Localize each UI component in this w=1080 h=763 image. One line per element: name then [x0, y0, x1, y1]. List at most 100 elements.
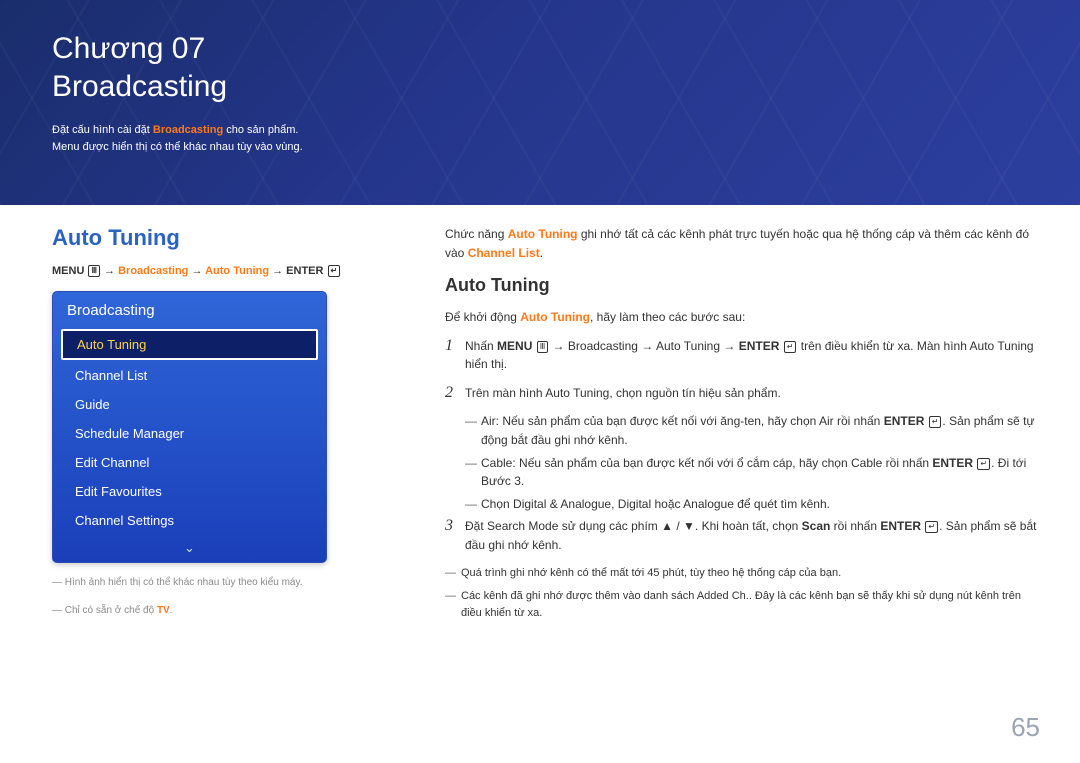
s2c-suf: để quét tìm kênh.	[734, 497, 830, 511]
s1-mid: trên điều khiển từ xa. Màn hình	[797, 339, 969, 353]
step-1: 1 Nhấn MENU Ⅲ → Broadcasting → Auto Tuni…	[445, 337, 1040, 374]
dash-icon: ―	[445, 565, 461, 582]
step-body: Nhấn MENU Ⅲ → Broadcasting → Auto Tuning…	[465, 337, 1040, 374]
s2c-hl3: Analogue	[683, 497, 734, 511]
path-enter-label: ENTER	[286, 265, 326, 277]
dash-icon: ―	[445, 588, 461, 605]
intro-pre: Chức năng	[445, 227, 508, 241]
chapter-label: Chương 07	[52, 30, 1040, 68]
s1-arrow: →	[549, 339, 568, 353]
s3-pre: Đặt	[465, 519, 487, 533]
section-heading: Auto Tuning	[52, 225, 412, 251]
step-body: Đặt Search Mode sử dụng các phím ▲ / ▼. …	[465, 517, 1040, 554]
note-body: Quá trình ghi nhớ kênh có thể mất tới 45…	[461, 565, 1040, 582]
s1-autotuning: Auto Tuning	[656, 339, 720, 353]
menu-icon: Ⅲ	[537, 341, 549, 353]
chapter-intro: Đặt cấu hình cài đặt Broadcasting cho sả…	[52, 122, 1040, 157]
intro-hl1: Auto Tuning	[508, 227, 578, 241]
path-autotuning: Auto Tuning	[205, 265, 269, 277]
footnote-2-hl: TV	[157, 605, 170, 616]
dash-icon: ―	[465, 454, 481, 473]
sub-body: Cable: Nếu sản phẩm của bạn được kết nối…	[481, 454, 1040, 491]
note-body: Các kênh đã ghi nhớ được thêm vào danh s…	[461, 588, 1040, 622]
s3-scan: Scan	[802, 519, 831, 533]
s2-pre: Trên màn hình	[465, 386, 545, 400]
s1-menu: MENU	[497, 339, 536, 353]
s2c-pre: Chọn	[481, 497, 513, 511]
chapter-title: Broadcasting	[52, 70, 1040, 104]
intro-suf: .	[540, 246, 543, 260]
sub-body: Air: Nếu sản phẩm của bạn được kết nối v…	[481, 412, 1040, 449]
dash-icon: ―	[465, 495, 481, 514]
enter-icon: ↵	[977, 458, 990, 470]
step-number: 3	[445, 517, 465, 535]
s2b-mid: rồi nhấn	[882, 456, 932, 470]
step-body: Trên màn hình Auto Tuning, chọn nguồn tí…	[465, 384, 1040, 403]
chevron-down-icon: ⌄	[53, 536, 326, 556]
step-2: 2 Trên màn hình Auto Tuning, chọn nguồn …	[445, 384, 1040, 403]
menu-path: MENU Ⅲ → Broadcasting → Auto Tuning → EN…	[52, 265, 412, 277]
s1-broadcasting: Broadcasting	[568, 339, 638, 353]
s2a-enter: ENTER	[884, 414, 928, 428]
s2a-hl: Air	[481, 414, 496, 428]
footnote-2-suf: .	[170, 605, 173, 616]
s2-suf: , chọn nguồn tín hiệu sản phẩm.	[609, 386, 780, 400]
s2b-hl: Cable	[481, 456, 512, 470]
p2-hl: Auto Tuning	[520, 310, 590, 324]
s3-hl: Search Mode	[487, 519, 558, 533]
path-arrow: →	[188, 265, 205, 277]
step-2b: ― Cable: Nếu sản phẩm của bạn được kết n…	[465, 454, 1040, 491]
s2a-mid: rồi nhấn	[834, 414, 884, 428]
p2-suf: , hãy làm theo các bước sau:	[590, 310, 745, 324]
s2b-enter: ENTER	[932, 456, 976, 470]
footnote-1: ― Hình ảnh hiển thị có thể khác nhau tùy…	[52, 575, 412, 591]
intro-hl2: Channel List	[468, 246, 540, 260]
osd-menu-item-editchannel: Edit Channel	[61, 449, 318, 476]
osd-menu-item-guide: Guide	[61, 391, 318, 418]
s2-hl: Auto Tuning	[545, 386, 609, 400]
footnote-2: ― Chỉ có sẵn ở chế độ TV.	[52, 603, 412, 619]
path-broadcasting: Broadcasting	[118, 265, 188, 277]
intro-paragraph: Chức năng Auto Tuning ghi nhớ tất cả các…	[445, 225, 1040, 262]
sub-heading: Auto Tuning	[445, 272, 1040, 300]
s2c-sep2: hoặc	[651, 497, 683, 511]
intro-suffix: cho sản phẩm.	[223, 124, 298, 136]
osd-menu-title: Broadcasting	[53, 302, 326, 327]
p2: Để khởi động Auto Tuning, hãy làm theo c…	[445, 308, 1040, 327]
enter-icon: ↵	[328, 265, 341, 277]
right-column: Chức năng Auto Tuning ghi nhớ tất cả các…	[445, 225, 1040, 622]
sub-body: Chọn Digital & Analogue, Digital hoặc An…	[481, 495, 1040, 514]
s1-arrow: →	[720, 339, 739, 353]
dash-icon: ―	[52, 577, 62, 588]
note-2: ― Các kênh đã ghi nhớ được thêm vào danh…	[445, 588, 1040, 622]
s1-suf: hiển thị.	[465, 357, 507, 371]
osd-menu-item-autotuning: Auto Tuning	[61, 329, 318, 360]
step-2a: ― Air: Nếu sản phẩm của bạn được kết nối…	[465, 412, 1040, 449]
note-1: ― Quá trình ghi nhớ kênh có thể mất tới …	[445, 565, 1040, 582]
s2a-hl2: Air	[819, 414, 834, 428]
footnote-2-pre: ― Chỉ có sẵn ở chế độ	[52, 605, 157, 616]
left-column: Auto Tuning MENU Ⅲ → Broadcasting → Auto…	[52, 225, 412, 619]
step-number: 1	[445, 337, 465, 355]
intro-highlight: Broadcasting	[153, 124, 223, 136]
s1-hl: Auto Tuning	[970, 339, 1034, 353]
osd-menu-item-schedulemanager: Schedule Manager	[61, 420, 318, 447]
s2b-pre: : Nếu sản phẩm của bạn được kết nối với …	[512, 456, 851, 470]
s2c-hl1: Digital & Analogue	[513, 497, 611, 511]
path-arrow: →	[101, 265, 118, 277]
s3-enter: ENTER	[880, 519, 924, 533]
intro-text: Đặt cấu hình cài đặt	[52, 124, 153, 136]
footnote-1-text: Hình ảnh hiển thị có thể khác nhau tùy t…	[62, 577, 303, 588]
s2c-hl2: Digital	[618, 497, 651, 511]
enter-icon: ↵	[929, 416, 942, 428]
s1-arrow: →	[638, 339, 656, 353]
osd-menu-item-channelsettings: Channel Settings	[61, 507, 318, 534]
osd-menu-mockup: Broadcasting Auto Tuning Channel List Gu…	[52, 291, 327, 563]
dash-icon: ―	[465, 412, 481, 431]
s2c-sep1: ,	[611, 497, 618, 511]
page-number: 65	[1011, 712, 1040, 743]
path-arrow: →	[269, 265, 286, 277]
osd-menu-item-channellist: Channel List	[61, 362, 318, 389]
osd-menu-item-editfavourites: Edit Favourites	[61, 478, 318, 505]
n2-hl: Added Ch.	[697, 590, 749, 602]
